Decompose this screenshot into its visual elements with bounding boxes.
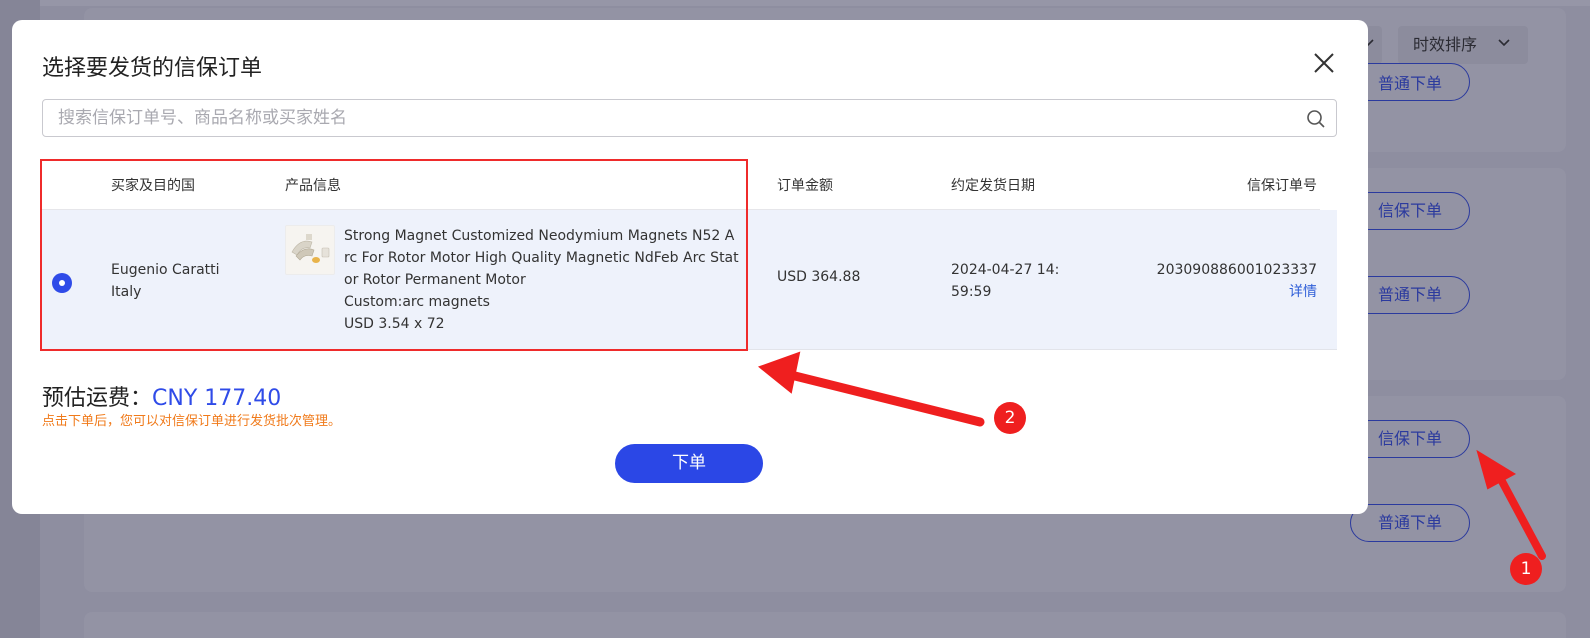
order-number: 203090886001023337 xyxy=(1156,262,1317,278)
product-thumbnail xyxy=(285,225,335,275)
buyer-country: Italy xyxy=(111,284,142,300)
ship-date: 2024-04-27 14:59:59 xyxy=(951,262,1060,300)
chevron-down-icon xyxy=(1498,39,1510,47)
close-icon[interactable] xyxy=(1311,50,1337,76)
product-price: USD 3.54 x 72 xyxy=(344,316,445,332)
buyer-name: Eugenio Caratti xyxy=(111,262,220,278)
product-info-cell: Strong Magnet Customized Neodymium Magne… xyxy=(344,225,740,335)
header-order-no: 信保订单号 xyxy=(1247,178,1317,194)
table-row[interactable]: Eugenio Caratti Italy Strong Magnet Cust… xyxy=(42,210,1337,350)
buyer-cell: Eugenio Caratti Italy xyxy=(111,259,220,303)
header-date: 约定发货日期 xyxy=(951,178,1035,194)
sort-label: 时效排序 xyxy=(1413,35,1478,54)
table-header: 买家及目的国 产品信息 订单金额 约定发货日期 信保订单号 xyxy=(42,163,1320,210)
header-buyer: 买家及目的国 xyxy=(111,178,195,194)
background-credit-order-button: 信保下单 xyxy=(1350,192,1470,230)
fee-value: CNY 177.40 xyxy=(152,386,282,411)
shipping-fee: 预估运费：CNY 177.40 xyxy=(42,380,281,412)
order-amount: USD 364.88 xyxy=(777,269,861,285)
background-order-card xyxy=(84,612,1566,638)
detail-link[interactable]: 详情 xyxy=(1157,281,1317,303)
background-normal-order-button: 普通下单 xyxy=(1350,504,1470,542)
place-order-button[interactable]: 下单 xyxy=(615,444,763,483)
orders-table: 买家及目的国 产品信息 订单金额 约定发货日期 信保订单号 Eugenio Ca… xyxy=(42,163,1337,350)
background-header xyxy=(40,0,1590,6)
order-number-cell: 203090886001023337 详情 xyxy=(1157,259,1317,303)
background-credit-order-button: 信保下单 xyxy=(1350,420,1470,458)
background-normal-order-button: 普通下单 xyxy=(1350,63,1470,101)
background-sort-dropdown: 时效排序 xyxy=(1398,26,1528,64)
annotation-badge-1: 1 xyxy=(1510,553,1542,585)
search-box xyxy=(42,99,1337,137)
header-amount: 订单金额 xyxy=(777,178,833,194)
product-title: Strong Magnet Customized Neodymium Magne… xyxy=(344,228,739,288)
header-product: 产品信息 xyxy=(285,178,341,194)
select-order-modal: 选择要发货的信保订单 买家及目的国 产品信息 订单金额 约定发货日期 信保订单号… xyxy=(12,20,1368,514)
row-radio-button[interactable] xyxy=(52,273,72,293)
annotation-badge-2: 2 xyxy=(994,402,1026,434)
product-custom: Custom:arc magnets xyxy=(344,294,490,310)
magnet-product-image xyxy=(286,226,334,274)
fee-label: 预估运费： xyxy=(42,386,153,411)
search-icon[interactable] xyxy=(1306,109,1326,129)
fee-note: 点击下单后，您可以对信保订单进行发货批次管理。 xyxy=(42,414,342,429)
search-input[interactable] xyxy=(43,100,1283,136)
background-normal-order-button: 普通下单 xyxy=(1350,276,1470,314)
modal-title: 选择要发货的信保订单 xyxy=(42,56,263,81)
